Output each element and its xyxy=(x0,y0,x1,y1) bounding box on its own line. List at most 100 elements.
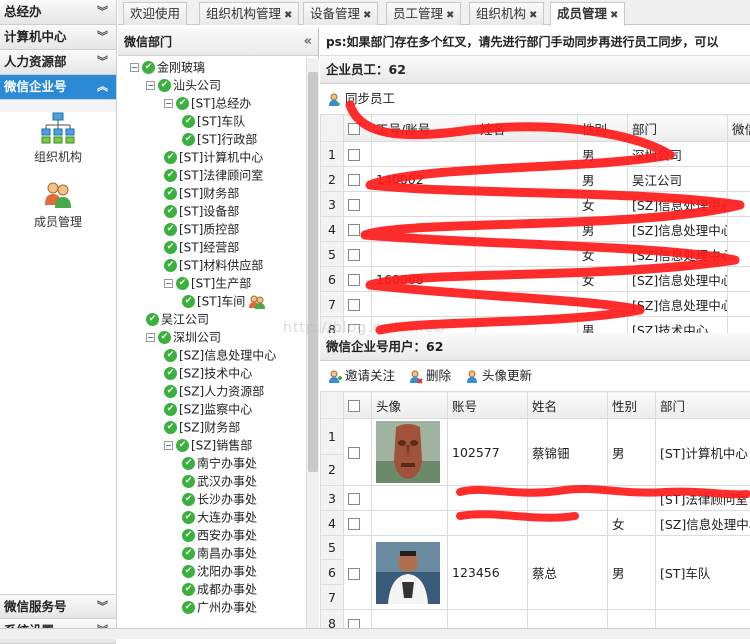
tree-node[interactable]: ✔长沙办事处 xyxy=(182,490,257,508)
collapse-left-icon[interactable]: « xyxy=(304,28,312,56)
avatar-update-button[interactable]: 头像更新 xyxy=(465,368,532,383)
tree-node[interactable]: ✔大连办事处 xyxy=(182,508,257,526)
table-row[interactable]: 5123456蔡总男[ST]车队 xyxy=(321,536,750,560)
col-header-name[interactable]: 姓名 xyxy=(476,115,578,142)
tree-node[interactable]: ✔南宁办事处 xyxy=(182,454,257,472)
tree-node[interactable]: ✔西安办事处 xyxy=(182,526,257,544)
tree-node[interactable]: −✔金刚玻璃 xyxy=(130,58,205,76)
row-checkbox[interactable] xyxy=(348,199,360,211)
row-select[interactable] xyxy=(344,486,372,511)
delete-user-button[interactable]: 删除 xyxy=(409,368,451,383)
col-header-dept[interactable]: 部门 xyxy=(628,115,728,142)
tree-node[interactable]: ✔[ST]财务部 xyxy=(164,184,239,202)
tree-node[interactable]: ✔[SZ]人力资源部 xyxy=(164,382,264,400)
tree-node[interactable]: ✔[ST]法律顾问室 xyxy=(164,166,263,184)
col-header-sex[interactable]: 性别 xyxy=(608,392,656,419)
row-select[interactable] xyxy=(344,292,372,317)
nav-item-org[interactable]: 组织机构 xyxy=(0,112,116,165)
table-row[interactable]: 1102577蔡锦钿男[ST]计算机中心 xyxy=(321,419,750,455)
row-checkbox[interactable] xyxy=(348,274,360,286)
table-row[interactable]: 7[SZ]信息处理中心 xyxy=(321,292,750,317)
invite-follow-button[interactable]: 邀请关注 xyxy=(328,368,395,383)
scrollbar-thumb[interactable] xyxy=(308,72,318,472)
col-header-avatar[interactable]: 头像 xyxy=(372,392,448,419)
tree-node[interactable]: ✔[ST]车间 xyxy=(182,292,265,310)
row-select[interactable] xyxy=(344,142,372,167)
tree-node[interactable]: ✔[ST]车队 xyxy=(182,112,245,130)
col-header-dept[interactable]: 部门 xyxy=(656,392,750,419)
close-icon[interactable]: ✖ xyxy=(363,10,371,21)
col-header-sex[interactable]: 性别 xyxy=(578,115,628,142)
collapse-toggle-icon[interactable]: − xyxy=(130,63,139,72)
row-checkbox[interactable] xyxy=(348,224,360,236)
nav-section-wechat-enterprise[interactable]: 微信企业号︽ xyxy=(0,75,116,100)
tree-node[interactable]: −✔[SZ]销售部 xyxy=(164,436,252,454)
tab-device-management[interactable]: 设备管理✖ xyxy=(303,2,378,25)
row-checkbox[interactable] xyxy=(348,518,360,530)
row-checkbox[interactable] xyxy=(348,493,360,505)
table-row[interactable]: 1男深圳公司 xyxy=(321,142,750,167)
row-select[interactable] xyxy=(344,419,372,486)
select-all-checkbox[interactable] xyxy=(348,123,360,135)
close-icon[interactable]: ✖ xyxy=(446,10,454,21)
table-row[interactable]: 5女[SZ]信息处理中心 xyxy=(321,242,750,267)
table-row[interactable]: 6160068女[SZ]信息处理中心 xyxy=(321,267,750,292)
row-checkbox[interactable] xyxy=(348,447,360,459)
row-checkbox[interactable] xyxy=(348,568,360,580)
nav-section-computer-center[interactable]: 计算机中心︾ xyxy=(0,25,116,50)
tree-node[interactable]: ✔广州办事处 xyxy=(182,598,257,616)
nav-section-hr[interactable]: 人力资源部︾ xyxy=(0,50,116,75)
collapse-toggle-icon[interactable]: − xyxy=(146,333,155,342)
tree-node[interactable]: −✔深圳公司 xyxy=(146,328,221,346)
row-select[interactable] xyxy=(344,511,372,536)
tree-node[interactable]: ✔沈阳办事处 xyxy=(182,562,257,580)
row-select[interactable] xyxy=(344,267,372,292)
tree-node[interactable]: ✔[ST]质控部 xyxy=(164,220,239,238)
collapse-toggle-icon[interactable]: − xyxy=(164,99,173,108)
close-icon[interactable]: ✖ xyxy=(610,10,618,21)
tree-node[interactable]: −✔[ST]生产部 xyxy=(164,274,251,292)
tree-node[interactable]: −✔汕头公司 xyxy=(146,76,221,94)
close-icon[interactable]: ✖ xyxy=(529,10,537,21)
select-all-header[interactable] xyxy=(344,392,372,419)
close-icon[interactable]: ✖ xyxy=(284,10,292,21)
nav-item-members[interactable]: 成员管理 xyxy=(0,179,116,230)
tree-node[interactable]: ✔武汉办事处 xyxy=(182,472,257,490)
tree-node[interactable]: ✔[SZ]技术中心 xyxy=(164,364,252,382)
tree-node[interactable]: ✔南昌办事处 xyxy=(182,544,257,562)
col-header-account[interactable]: 账号 xyxy=(448,392,528,419)
tab-organization[interactable]: 组织机构✖ xyxy=(469,2,544,25)
tree-node[interactable]: ✔[ST]经营部 xyxy=(164,238,239,256)
tree-node[interactable]: ✔[ST]材料供应部 xyxy=(164,256,263,274)
row-select[interactable] xyxy=(344,192,372,217)
tree-node[interactable]: −✔[ST]总经办 xyxy=(164,94,251,112)
tab-member-management[interactable]: 成员管理✖ xyxy=(550,2,625,26)
select-all-checkbox[interactable] xyxy=(348,400,360,412)
tree-node[interactable]: ✔[ST]计算机中心 xyxy=(164,148,263,166)
sync-employees-button[interactable]: 同步员工 xyxy=(328,91,395,106)
row-select[interactable] xyxy=(344,167,372,192)
nav-section-general-office[interactable]: 总经办︾ xyxy=(0,0,116,25)
col-header-id[interactable]: 工号/账号 xyxy=(372,115,476,142)
tree-node[interactable]: ✔[SZ]财务部 xyxy=(164,418,240,436)
tab-org-management[interactable]: 组织机构管理✖ xyxy=(199,2,299,25)
tree-node[interactable]: ✔成都办事处 xyxy=(182,580,257,598)
row-checkbox[interactable] xyxy=(348,299,360,311)
row-checkbox[interactable] xyxy=(348,174,360,186)
table-row[interactable]: 4女[SZ]信息处理中心 xyxy=(321,511,750,536)
nav-section-wechat-service[interactable]: 微信服务号︾ xyxy=(0,594,116,619)
collapse-toggle-icon[interactable]: − xyxy=(164,441,173,450)
col-header-wechat[interactable]: 微信 xyxy=(728,115,750,142)
collapse-toggle-icon[interactable]: − xyxy=(146,81,155,90)
row-select[interactable] xyxy=(344,536,372,610)
table-row[interactable]: 4男[SZ]信息处理中心 xyxy=(321,217,750,242)
tab-welcome[interactable]: 欢迎使用 xyxy=(123,2,187,25)
select-all-header[interactable] xyxy=(344,115,372,142)
col-header-name[interactable]: 姓名 xyxy=(528,392,608,419)
tab-employee-management[interactable]: 员工管理✖ xyxy=(386,2,461,25)
tree-node[interactable]: ✔[SZ]信息处理中心 xyxy=(164,346,276,364)
table-row[interactable]: 2140002男吴江公司 xyxy=(321,167,750,192)
tree-node[interactable]: ✔[ST]行政部 xyxy=(182,130,257,148)
tree-node[interactable]: ✔吴江公司 xyxy=(146,310,209,328)
table-row[interactable]: 3女[SZ]信息处理中心 xyxy=(321,192,750,217)
